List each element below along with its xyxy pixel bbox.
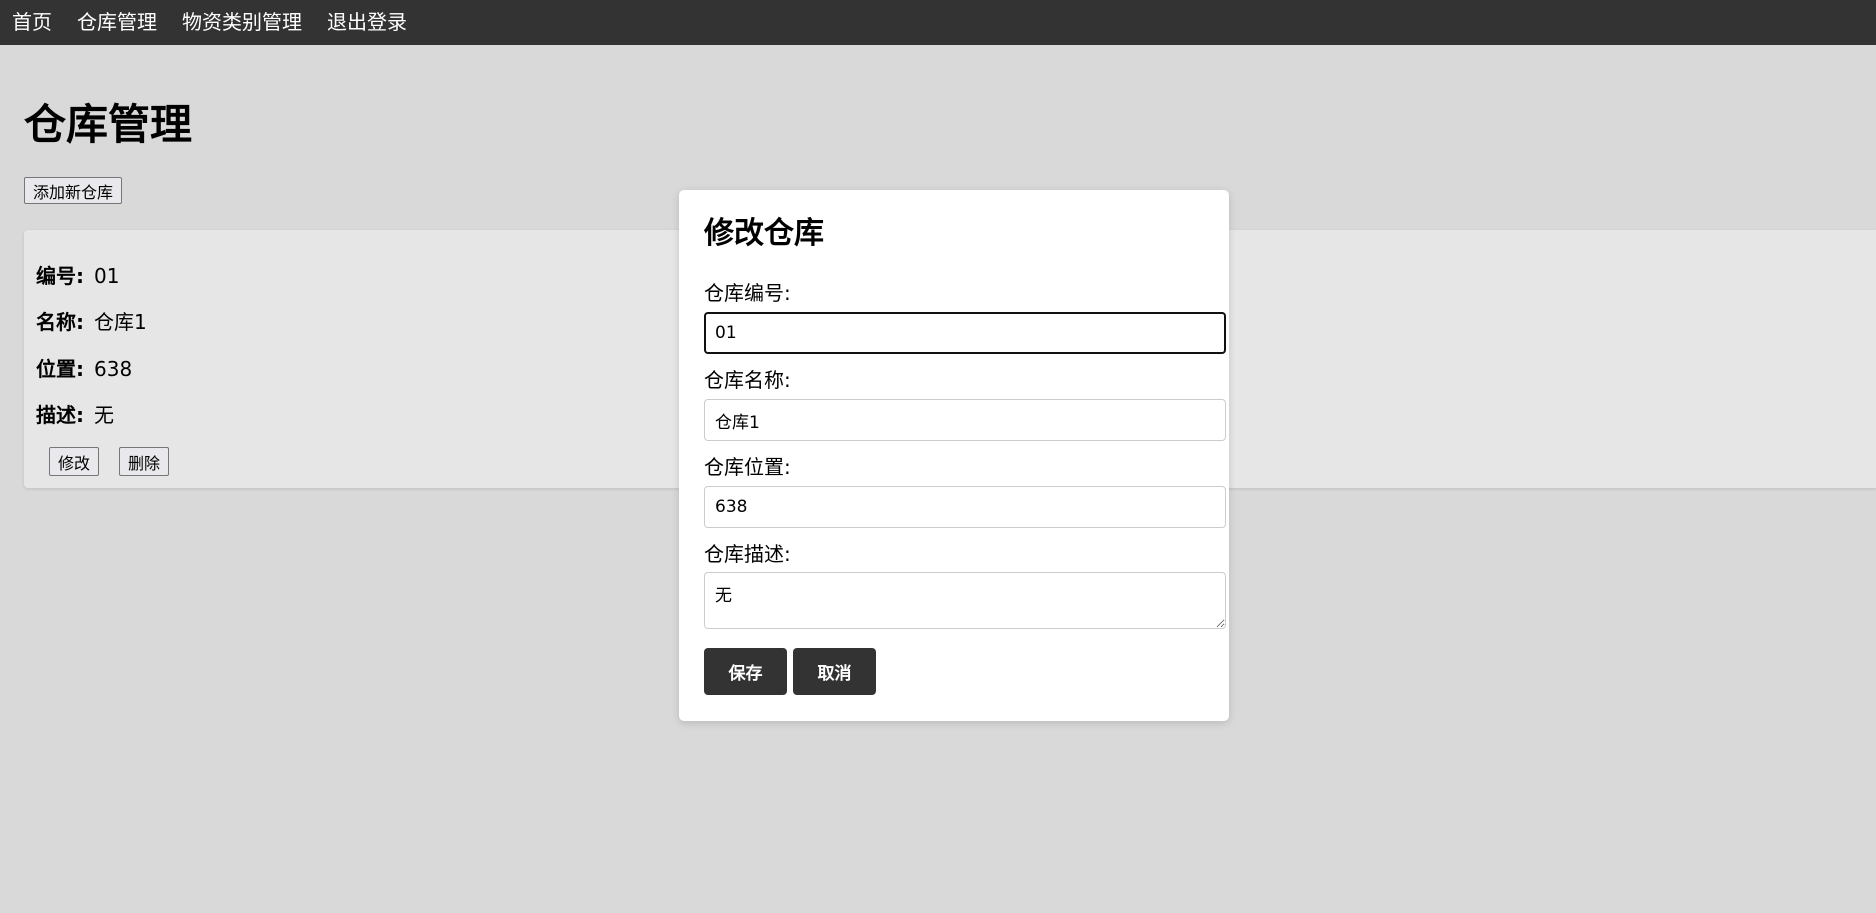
nav-item-material-category-management[interactable]: 物资类别管理 — [182, 0, 302, 45]
warehouse-name-label: 仓库名称: — [704, 368, 791, 392]
nav-item-home[interactable]: 首页 — [12, 0, 52, 45]
edit-button[interactable]: 修改 — [49, 447, 100, 476]
warehouse-description-textarea[interactable]: 无 — [704, 572, 1226, 629]
page-title: 仓库管理 — [24, 100, 193, 149]
nav-item-warehouse-management[interactable]: 仓库管理 — [77, 0, 157, 45]
top-navbar: 首页 仓库管理 物资类别管理 退出登录 — [0, 0, 1876, 45]
field-value-description: 无 — [94, 403, 114, 427]
edit-warehouse-modal: 修改仓库 仓库编号: 仓库名称: 仓库位置: 仓库描述: 无 保存 取消 — [679, 190, 1229, 721]
field-row-name: 名称: 仓库1 — [36, 308, 147, 336]
field-value-name: 仓库1 — [94, 310, 147, 334]
cancel-button[interactable]: 取消 — [793, 648, 876, 695]
modal-title: 修改仓库 — [704, 216, 824, 251]
nav-item-logout[interactable]: 退出登录 — [327, 0, 407, 45]
field-label-description: 描述: — [36, 403, 84, 427]
save-button[interactable]: 保存 — [704, 648, 787, 695]
field-value-location: 638 — [94, 357, 133, 381]
warehouse-location-label: 仓库位置: — [704, 455, 791, 479]
warehouse-code-input[interactable] — [704, 312, 1226, 354]
field-row-location: 位置: 638 — [36, 355, 132, 383]
warehouse-location-input[interactable] — [704, 486, 1226, 528]
field-label-name: 名称: — [36, 310, 84, 334]
warehouse-description-label: 仓库描述: — [704, 542, 791, 566]
warehouse-name-input[interactable] — [704, 399, 1226, 441]
field-value-code: 01 — [94, 264, 120, 288]
delete-button[interactable]: 删除 — [119, 447, 170, 476]
add-warehouse-button[interactable]: 添加新仓库 — [24, 177, 123, 204]
field-row-description: 描述: 无 — [36, 401, 114, 429]
field-row-code: 编号: 01 — [36, 262, 119, 290]
field-label-location: 位置: — [36, 357, 84, 381]
field-label-code: 编号: — [36, 264, 84, 288]
warehouse-code-label: 仓库编号: — [704, 281, 791, 305]
